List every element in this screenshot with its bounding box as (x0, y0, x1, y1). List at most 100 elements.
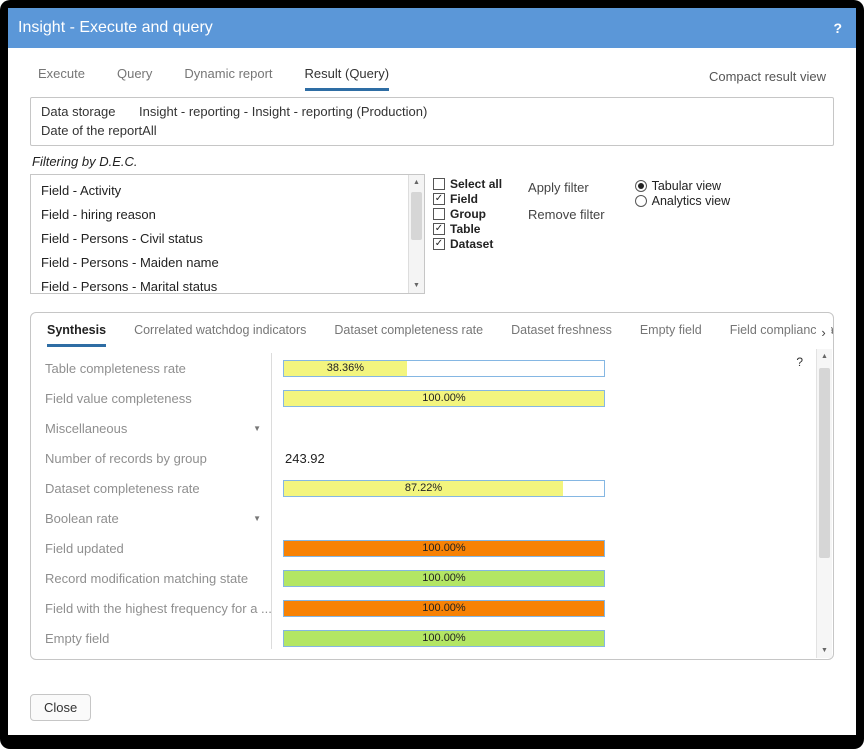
info-label: Data storage (41, 102, 139, 121)
results-tabs-list: Synthesis Correlated watchdog indicators D… (31, 313, 833, 347)
list-item[interactable]: Field - Persons - Civil status (31, 227, 407, 251)
checkbox-box-icon[interactable]: ✓ (433, 193, 445, 205)
filter-actions: Apply filter Remove filter (528, 174, 605, 234)
checkbox-box-icon[interactable]: ✓ (433, 238, 445, 250)
filter-checkboxes: Select all✓FieldGroup ✓ Table ✓ Dataset (433, 174, 502, 251)
radio-dot-icon (638, 183, 644, 189)
checkbox-box-icon[interactable]: ✓ (433, 223, 445, 235)
results-panel: Synthesis Correlated watchdog indicators D… (30, 312, 834, 660)
checkbox-table[interactable]: ✓ Table (433, 221, 502, 236)
percent-bar: 38.36% (283, 360, 605, 377)
results-scrollbar[interactable]: ▲ ▼ (816, 349, 832, 658)
scroll-thumb[interactable] (819, 368, 830, 558)
percent-bar-value: 100.00% (422, 602, 465, 614)
results-tab-dataset-completeness-rate[interactable]: Dataset completeness rate (334, 323, 483, 347)
report-info-box: Data storageInsight - reporting - Insigh… (30, 97, 834, 146)
info-row: Date of the reportAll (41, 121, 823, 140)
tab-result-query[interactable]: Result (Query) (305, 66, 390, 91)
radio-analytics-view[interactable]: Analytics view (635, 193, 731, 208)
percent-bar: 100.00% (283, 390, 605, 407)
result-row: Miscellaneous▼ (31, 413, 816, 443)
results-tab-correlated-watchdog-indicators[interactable]: Correlated watchdog indicators (134, 323, 306, 347)
result-row: Number of records by group243.92 (31, 443, 816, 473)
view-radios: Tabular viewAnalytics view (635, 174, 731, 208)
list-item[interactable]: Field - Persons - Marital status (31, 275, 407, 293)
dec-list-items: Field - ActivityField - hiring reasonFie… (31, 175, 407, 293)
filter-row: Field - ActivityField - hiring reasonFie… (30, 174, 834, 294)
checkbox-box-icon[interactable] (433, 178, 445, 190)
filter-title: Filtering by D.E.C. (32, 154, 834, 169)
results-tab-dataset-freshness[interactable]: Dataset freshness (511, 323, 612, 347)
percent-bar-fill: 100.00% (284, 601, 604, 616)
window-frame: Insight - Execute and query ? ExecuteQue… (0, 0, 864, 749)
dialog-body: Execute Query Dynamic report Result (Query)… (8, 48, 856, 735)
info-value: All (142, 121, 156, 140)
result-row-label: Miscellaneous▼ (31, 421, 271, 436)
column-separator (271, 353, 272, 649)
scroll-thumb[interactable] (411, 192, 422, 240)
result-row-label: Dataset completeness rate (31, 481, 271, 496)
dec-listbox[interactable]: Field - ActivityField - hiring reasonFie… (30, 174, 425, 294)
checkbox-label: Group (450, 207, 486, 221)
result-row: Table completeness rate 38.36% (31, 353, 816, 383)
percent-bar-value: 38.36% (327, 362, 364, 374)
percent-bar-value: 87.22% (405, 482, 442, 494)
result-row: Field value completeness100.00% (31, 383, 816, 413)
help-icon[interactable]: ? (833, 20, 842, 36)
checkbox-label: Table (450, 222, 480, 236)
scroll-down-icon[interactable]: ▼ (817, 643, 832, 658)
checkbox-label: Dataset (450, 237, 493, 251)
top-tabs-list: Execute Query Dynamic report Result (Query) (38, 66, 389, 91)
scroll-up-icon[interactable]: ▲ (409, 175, 424, 190)
radio-icon[interactable] (635, 195, 647, 207)
scroll-down-icon[interactable]: ▼ (409, 278, 424, 293)
checkbox-box-icon[interactable] (433, 208, 445, 220)
list-scrollbar[interactable]: ▲ ▼ (408, 175, 424, 293)
close-button[interactable]: Close (30, 694, 91, 721)
scroll-track[interactable] (409, 190, 424, 278)
result-value-text: 243.92 (285, 451, 325, 466)
percent-bar: 100.00% (283, 540, 605, 557)
tab-execute[interactable]: Execute (38, 66, 85, 91)
result-label-text: Record modification matching state (45, 571, 248, 586)
collapse-arrow-icon[interactable]: ▼ (253, 424, 261, 433)
remove-filter-button[interactable]: Remove filter (528, 207, 605, 222)
tab-scroll-right-button[interactable]: › (816, 321, 831, 343)
scroll-up-icon[interactable]: ▲ (817, 349, 832, 364)
list-item[interactable]: Field - Persons - Maiden name (31, 251, 407, 275)
results-tab-empty-field[interactable]: Empty field (640, 323, 702, 347)
apply-filter-button[interactable]: Apply filter (528, 180, 605, 195)
percent-bar: 100.00% (283, 630, 605, 647)
radio-label: Tabular view (652, 179, 721, 193)
scroll-track[interactable] (817, 364, 832, 643)
checkbox-select-all[interactable]: Select all (433, 176, 502, 191)
result-label-text: Field with the highest frequency for a .… (45, 601, 271, 616)
result-label-text: Field updated (45, 541, 124, 556)
percent-bar: 100.00% (283, 600, 605, 617)
result-row-label: Field updated (31, 541, 271, 556)
percent-bar-value: 100.00% (422, 572, 465, 584)
tab-query[interactable]: Query (117, 66, 152, 91)
results-tab-synthesis[interactable]: Synthesis (47, 323, 106, 347)
result-row: Empty field100.00% (31, 623, 816, 653)
radio-tabular-view[interactable]: Tabular view (635, 178, 731, 193)
percent-bar-fill: 87.22% (284, 481, 563, 496)
result-row: Boolean rate▼ (31, 503, 816, 533)
top-tabs: Execute Query Dynamic report Result (Query)… (30, 52, 834, 91)
info-row: Data storageInsight - reporting - Insigh… (41, 102, 823, 121)
result-row-label: Table completeness rate (31, 361, 271, 376)
checkbox-group[interactable]: Group (433, 206, 502, 221)
percent-bar-value: 100.00% (422, 392, 465, 404)
tab-dynamic-report[interactable]: Dynamic report (184, 66, 272, 91)
list-item[interactable]: Field - hiring reason (31, 203, 407, 227)
percent-bar-fill: 100.00% (284, 541, 604, 556)
checkbox-field[interactable]: ✓Field (433, 191, 502, 206)
radio-icon[interactable] (635, 180, 647, 192)
result-row: Dataset completeness rate 87.22% (31, 473, 816, 503)
compact-result-view-link[interactable]: Compact result view (709, 69, 826, 91)
collapse-arrow-icon[interactable]: ▼ (253, 514, 261, 523)
list-item[interactable]: Field - Activity (31, 179, 407, 203)
info-value: Insight - reporting - Insight - reportin… (139, 102, 427, 121)
percent-bar-fill: 100.00% (284, 571, 604, 586)
checkbox-dataset[interactable]: ✓ Dataset (433, 236, 502, 251)
